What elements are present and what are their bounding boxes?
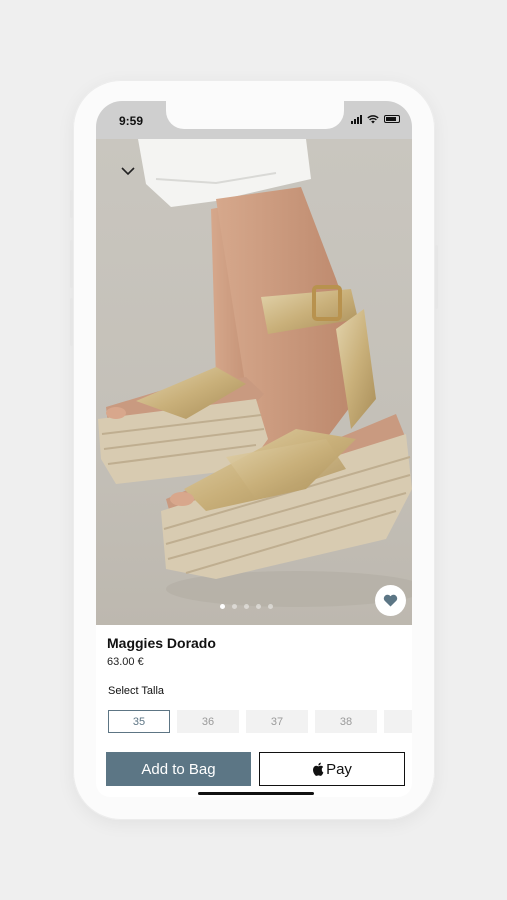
side-button [70,298,73,346]
apple-pay-label: Pay [326,760,352,778]
size-option-37[interactable]: 37 [246,710,308,733]
side-button [70,190,73,218]
home-indicator [198,792,314,795]
size-option-36[interactable]: 36 [177,710,239,733]
battery-icon [384,115,400,123]
pager-dot[interactable] [220,604,225,609]
heart-icon [383,594,398,607]
product-price: 63.00 € [107,656,144,668]
apple-logo-icon [313,762,324,776]
product-image[interactable] [96,139,412,625]
pager-dot[interactable] [232,604,237,609]
status-icons [351,114,400,124]
image-pager [220,604,273,609]
size-options: 35 36 37 38 3 [108,710,412,733]
apple-pay-button[interactable]: Pay [259,752,405,786]
size-option-35[interactable]: 35 [108,710,170,733]
status-time: 9:59 [119,114,144,128]
size-option-38[interactable]: 38 [315,710,377,733]
product-name: Maggies Dorado [107,635,216,651]
side-button [70,240,73,288]
wifi-icon [367,114,379,123]
add-to-bag-button[interactable]: Add to Bag [106,752,251,786]
pager-dot[interactable] [256,604,261,609]
pager-dot[interactable] [244,604,249,609]
size-option-partial[interactable]: 3 [384,710,412,733]
side-button [435,245,438,309]
product-photo [98,139,412,607]
pager-dot[interactable] [268,604,273,609]
status-bar: 9:59 [96,101,412,139]
signal-icon [351,114,362,124]
notch [166,101,344,129]
app-screen: 9:59 Maggies Dorado 63.00 € Select Talla… [96,101,412,797]
chevron-down-icon[interactable] [120,165,136,177]
favorite-button[interactable] [375,585,406,616]
size-label: Select Talla [108,685,165,697]
